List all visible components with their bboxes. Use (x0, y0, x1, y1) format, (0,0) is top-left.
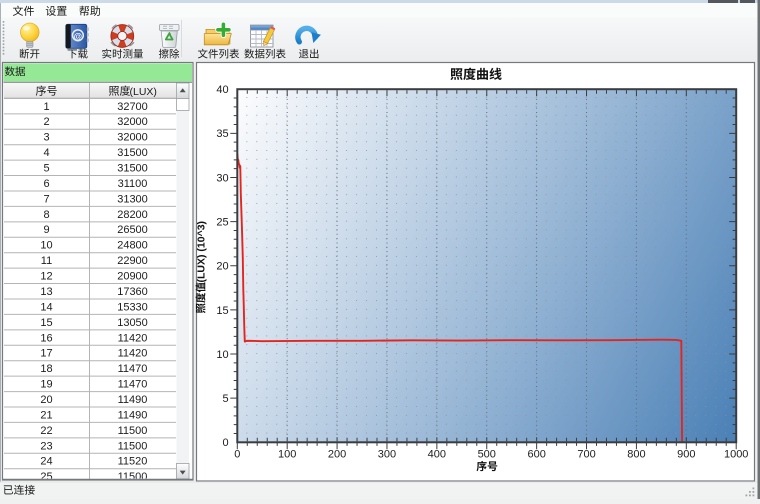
svg-text:21: 21 (40, 409, 52, 421)
svg-text:13050: 13050 (117, 317, 148, 329)
svg-text:1: 1 (43, 101, 49, 113)
svg-text:32700: 32700 (117, 101, 148, 113)
svg-text:11420: 11420 (118, 332, 148, 344)
svg-text:10: 10 (216, 349, 228, 361)
svg-text:6: 6 (43, 178, 49, 190)
svg-text:11470: 11470 (118, 363, 148, 375)
svg-text:31100: 31100 (118, 178, 148, 190)
svg-text:12: 12 (40, 271, 52, 283)
svg-text:10: 10 (40, 240, 52, 252)
svg-text:32000: 32000 (117, 116, 148, 128)
svg-text:22: 22 (40, 425, 52, 437)
svg-text:22900: 22900 (117, 255, 148, 267)
svg-text:20900: 20900 (117, 271, 148, 283)
svg-text:500: 500 (478, 449, 496, 461)
svg-text:100: 100 (278, 449, 296, 461)
svg-text:11520: 11520 (118, 456, 148, 468)
svg-text:31500: 31500 (117, 163, 148, 175)
svg-text:@: @ (74, 31, 82, 41)
svg-text:31300: 31300 (117, 193, 148, 205)
svg-text:0: 0 (222, 437, 228, 449)
svg-text:700: 700 (577, 449, 595, 461)
svg-text:40: 40 (216, 84, 228, 96)
svg-text:4: 4 (43, 147, 49, 159)
svg-text:24: 24 (40, 456, 52, 468)
svg-text:11: 11 (41, 255, 52, 267)
svg-text:32000: 32000 (117, 132, 148, 144)
svg-text:13: 13 (40, 286, 52, 298)
svg-text:(LUX): (LUX) (130, 86, 157, 98)
svg-text:900: 900 (677, 449, 695, 461)
svg-text:15: 15 (40, 317, 52, 329)
svg-text:800: 800 (627, 449, 645, 461)
svg-text:25: 25 (216, 217, 228, 229)
svg-text:9: 9 (43, 224, 49, 236)
svg-text:20: 20 (216, 261, 228, 273)
svg-text:17360: 17360 (117, 286, 148, 298)
svg-text:1000: 1000 (724, 449, 748, 461)
svg-text:0: 0 (234, 449, 240, 461)
svg-text:26500: 26500 (117, 224, 148, 236)
svg-text:14: 14 (40, 301, 52, 313)
svg-text:2: 2 (43, 116, 49, 128)
svg-text:16: 16 (40, 332, 52, 344)
svg-text:28200: 28200 (117, 209, 148, 221)
svg-text:300: 300 (378, 449, 396, 461)
svg-text:11490: 11490 (118, 394, 148, 406)
svg-text:600: 600 (527, 449, 545, 461)
svg-text:30: 30 (216, 172, 228, 184)
svg-text:3: 3 (43, 132, 49, 144)
svg-text:18: 18 (40, 363, 52, 375)
svg-text:200: 200 (328, 449, 346, 461)
svg-text:31500: 31500 (117, 147, 148, 159)
svg-text:24800: 24800 (117, 240, 148, 252)
svg-text:23: 23 (40, 440, 52, 452)
svg-text:15330: 15330 (117, 301, 148, 313)
svg-text:11500: 11500 (118, 425, 148, 437)
svg-text:11490: 11490 (118, 409, 148, 421)
svg-text:20: 20 (40, 394, 52, 406)
svg-text:15: 15 (216, 305, 228, 317)
svg-text:8: 8 (43, 209, 49, 221)
svg-text:11500: 11500 (118, 440, 148, 452)
svg-text:11470: 11470 (118, 379, 148, 391)
svg-text:5: 5 (43, 163, 49, 175)
svg-text:(LUX) (10^3): (LUX) (10^3) (196, 221, 208, 283)
svg-text:17: 17 (40, 348, 52, 360)
svg-text:11420: 11420 (118, 348, 148, 360)
svg-text:7: 7 (43, 193, 49, 205)
svg-text:400: 400 (428, 449, 446, 461)
svg-text:5: 5 (222, 393, 228, 405)
svg-text:35: 35 (216, 128, 228, 140)
svg-text:19: 19 (40, 379, 52, 391)
